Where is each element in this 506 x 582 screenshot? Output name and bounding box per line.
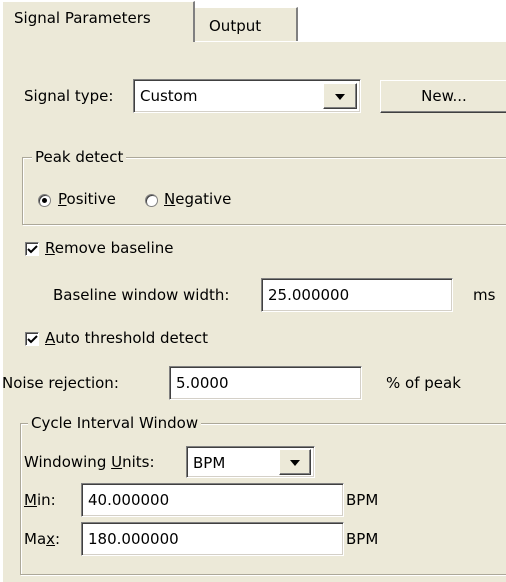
remove-baseline-label[interactable]: Remove baseline xyxy=(45,239,173,257)
min-value: 40.000000 xyxy=(88,491,170,509)
windowing-units-dropdown-button[interactable] xyxy=(279,449,311,475)
tab-signal-parameters[interactable]: Signal Parameters xyxy=(2,1,195,45)
windowing-units-value: BPM xyxy=(193,454,226,472)
signal-parameters-panel: Signal type: Custom New... Peak detect P… xyxy=(2,41,506,582)
min-input[interactable]: 40.000000 xyxy=(81,483,344,517)
auto-threshold-checkbox[interactable] xyxy=(25,332,39,346)
negative-radio[interactable] xyxy=(145,194,158,207)
signal-type-dropdown-button[interactable] xyxy=(323,83,357,109)
positive-label[interactable]: Positive xyxy=(58,190,116,208)
noise-rejection-label: Noise rejection: xyxy=(2,374,119,392)
noise-rejection-value: 5.0000 xyxy=(176,374,229,392)
remove-baseline-checkbox[interactable] xyxy=(25,242,39,256)
max-label: Max: xyxy=(24,530,61,548)
auto-threshold-label[interactable]: Auto threshold detect xyxy=(45,329,208,347)
negative-label[interactable]: Negative xyxy=(164,190,231,208)
min-label: Min: xyxy=(24,491,56,509)
check-icon xyxy=(27,245,38,254)
max-input[interactable]: 180.000000 xyxy=(81,522,344,556)
check-icon xyxy=(27,335,38,344)
baseline-window-width-input[interactable]: 25.000000 xyxy=(261,278,453,312)
positive-radio[interactable] xyxy=(38,194,51,207)
tab-output[interactable]: Output xyxy=(195,7,298,42)
noise-rejection-input[interactable]: 5.0000 xyxy=(169,366,362,400)
signal-type-value: Custom xyxy=(140,87,198,105)
baseline-window-width-value: 25.000000 xyxy=(268,286,350,304)
min-unit: BPM xyxy=(346,491,379,509)
max-unit: BPM xyxy=(346,530,379,548)
max-value: 180.000000 xyxy=(88,530,179,548)
new-signal-type-button[interactable]: New... xyxy=(380,80,506,113)
peak-detect-title: Peak detect xyxy=(32,148,127,166)
noise-rejection-unit: % of peak xyxy=(386,374,461,392)
baseline-window-width-unit: ms xyxy=(473,286,496,304)
windowing-units-label: Windowing Units: xyxy=(24,453,155,471)
baseline-window-width-label: Baseline window width: xyxy=(53,286,230,304)
signal-type-label: Signal type: xyxy=(24,87,114,105)
tab-strip: Signal Parameters Output xyxy=(0,0,506,45)
cycle-interval-window-title: Cycle Interval Window xyxy=(28,414,202,432)
